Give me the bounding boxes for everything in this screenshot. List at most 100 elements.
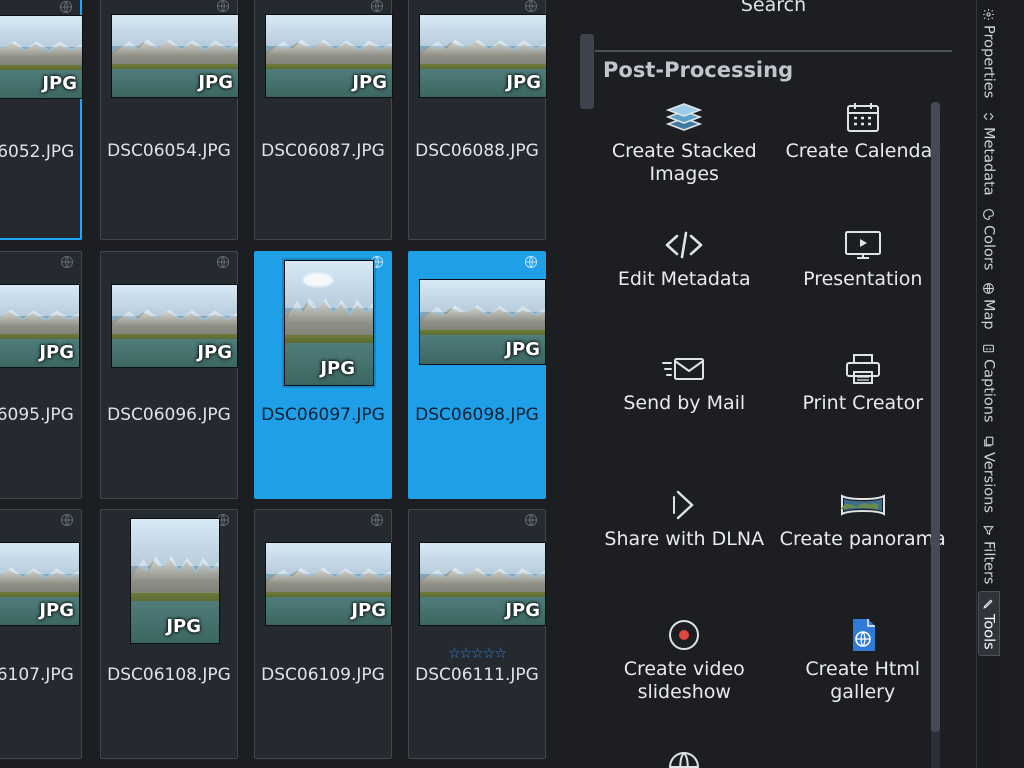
tab-colors[interactable]: Colors [978, 202, 1000, 276]
thumb-filename: DSC06052.JPG [0, 142, 80, 162]
format-badge: JPG [351, 600, 386, 621]
tab-label: Captions [981, 359, 997, 423]
geo-icon [524, 513, 538, 527]
tab-label: Metadata [981, 127, 997, 196]
tab-tools[interactable]: Tools [978, 591, 1000, 656]
tool-label: Presentation [774, 268, 953, 291]
tab-label: Colors [981, 225, 997, 270]
tool-send-by-mail[interactable]: Send by Mail [595, 348, 774, 415]
format-badge: JPG [197, 342, 232, 363]
rating-stars[interactable]: ☆☆☆☆☆ [409, 646, 545, 662]
thumb-filename: DSC06098.JPG [409, 405, 545, 425]
thumbnail-image: JPG [419, 279, 546, 365]
post-processing-title: Post-Processing [595, 52, 952, 90]
thumbnail-scrollbar[interactable] [580, 34, 594, 109]
tab-filters[interactable]: Filters [978, 518, 1000, 590]
funnel-icon [982, 524, 995, 537]
tool-create-stacked-images[interactable]: Create Stacked Images [595, 96, 774, 186]
thumbnail-image: JPG [111, 284, 238, 368]
thumb-filename: DSC06109.JPG [255, 665, 391, 685]
thumbnail-image: JPG [0, 15, 83, 99]
thumb-cell[interactable]: JPG DSC06109.JPG [251, 509, 395, 759]
tool-create-panorama[interactable]: Create panorama [774, 484, 953, 551]
thumb-filename: DSC06054.JPG [101, 141, 237, 161]
tool-print-creator[interactable]: Print Creator [774, 348, 953, 415]
tool-html-gallery[interactable]: Create Html gallery [774, 614, 953, 704]
tool-label: Create Html gallery [774, 658, 953, 704]
thumb-filename: DSC06097.JPG [255, 405, 391, 425]
tool-label: Create panorama [774, 528, 953, 551]
geo-icon [524, 255, 538, 269]
globe-icon [595, 746, 774, 768]
tab-captions[interactable]: Captions [978, 336, 1000, 429]
tab-map[interactable]: Map [978, 276, 1000, 336]
thumb-filename: DSC06108.JPG [101, 665, 237, 685]
tool-more[interactable] [595, 746, 774, 768]
tool-label: Edit Metadata [595, 268, 774, 291]
thumbnail-grid: JPG DSC06052.JPG JPG DSC06054.JPG [0, 0, 595, 768]
calendar-icon [774, 96, 953, 138]
code-icon [595, 224, 774, 266]
tool-label: Print Creator [774, 392, 953, 415]
record-icon [595, 614, 774, 656]
tab-label: Map [981, 299, 997, 330]
format-badge: JPG [506, 72, 541, 93]
tool-edit-metadata[interactable]: Edit Metadata [595, 224, 774, 291]
thumbnail-image: JPG [111, 14, 239, 98]
thumbnail-image: JPG [419, 14, 547, 98]
geo-icon [60, 255, 74, 269]
search-label[interactable]: Search [595, 0, 952, 12]
tool-presentation[interactable]: Presentation [774, 224, 953, 291]
thumbnail-image: JPG [265, 542, 392, 626]
tab-label: Versions [981, 452, 997, 513]
geo-icon [524, 0, 538, 13]
geo-icon [370, 513, 384, 527]
pencil-icon [982, 597, 995, 610]
thumb-cell[interactable]: JPG DSC06108.JPG [97, 509, 241, 759]
presentation-icon [774, 224, 953, 266]
thumb-filename: DSC06095.JPG [0, 405, 81, 425]
panorama-icon [774, 484, 953, 526]
tool-video-slideshow[interactable]: Create video slideshow [595, 614, 774, 704]
thumb-cell[interactable]: JPG DSC06098.JPG [405, 251, 549, 499]
tab-properties[interactable]: Properties [978, 2, 1000, 104]
thumb-cell[interactable]: JPG DSC06097.JPG [251, 251, 395, 499]
dlna-icon [595, 484, 774, 526]
thumb-cell[interactable]: JPG DSC06054.JPG [97, 0, 241, 240]
tool-label: Create video slideshow [595, 658, 774, 704]
format-badge: JPG [352, 72, 387, 93]
tools-panel: Search Post-Processing Create Stacked Im… [595, 0, 976, 768]
side-tab-strip: Properties Metadata Colors Map Captions … [976, 0, 1000, 768]
mail-send-icon [595, 348, 774, 390]
thumbnail-image: JPG [130, 518, 220, 644]
tool-share-dlna[interactable]: Share with DLNA [595, 484, 774, 551]
tab-label: Tools [981, 614, 997, 650]
tool-label: Share with DLNA [595, 528, 774, 551]
palette-icon [982, 208, 995, 221]
tab-metadata[interactable]: Metadata [978, 104, 1000, 202]
tool-create-calendar[interactable]: Create Calendar [774, 96, 953, 163]
geo-icon [59, 0, 73, 14]
tab-label: Filters [981, 541, 997, 584]
thumb-filename: DSC06087.JPG [255, 141, 391, 161]
geo-icon [370, 0, 384, 13]
thumb-cell[interactable]: JPG DSC06107.JPG [0, 509, 85, 759]
format-badge: JPG [42, 73, 77, 94]
thumb-filename: DSC06107.JPG [0, 665, 81, 685]
thumb-filename: DSC06111.JPG [409, 665, 545, 685]
format-badge: JPG [320, 358, 355, 379]
format-badge: JPG [505, 600, 540, 621]
stack-icon [595, 96, 774, 138]
tools-scrollbar[interactable] [931, 102, 940, 768]
format-badge: JPG [505, 339, 540, 360]
thumb-cell[interactable]: JPG DSC06052.JPG [0, 0, 85, 240]
thumbnail-image: JPG [0, 542, 80, 626]
thumb-cell[interactable]: JPG DSC06095.JPG [0, 251, 85, 499]
thumb-cell[interactable]: JPG DSC06096.JPG [97, 251, 241, 499]
thumbnail-image: JPG [265, 14, 393, 98]
thumb-cell[interactable]: JPG DSC06088.JPG [405, 0, 549, 240]
tool-label: Send by Mail [595, 392, 774, 415]
tab-versions[interactable]: Versions [978, 429, 1000, 519]
thumb-cell[interactable]: JPG DSC06087.JPG [251, 0, 395, 240]
thumb-cell[interactable]: JPG ☆☆☆☆☆ DSC06111.JPG [405, 509, 549, 759]
